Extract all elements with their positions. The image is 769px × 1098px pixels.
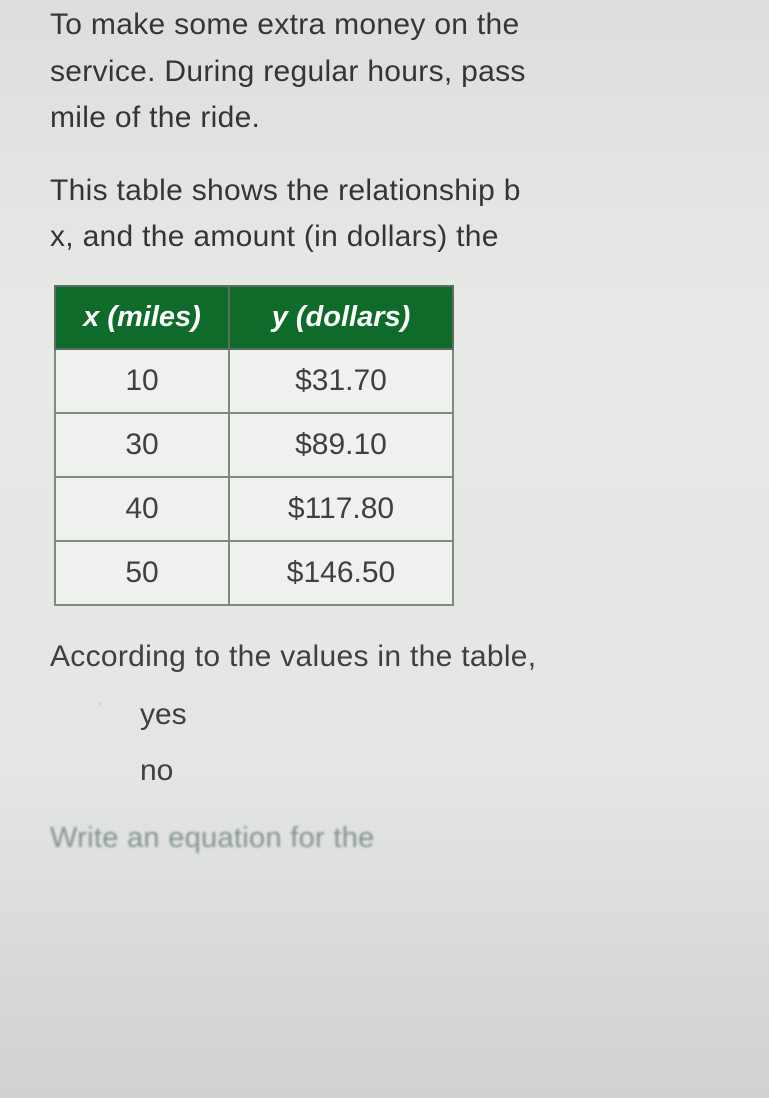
option-no-label: no bbox=[140, 754, 173, 788]
lead-line-2: x, and the amount (in dollars) the bbox=[50, 214, 739, 261]
table-row: 10 $31.70 bbox=[55, 349, 453, 413]
option-yes[interactable]: yes bbox=[100, 698, 739, 732]
cell-x: 30 bbox=[55, 413, 229, 477]
cell-x: 10 bbox=[55, 349, 229, 413]
cell-x: 50 bbox=[55, 541, 229, 605]
table-row: 50 $146.50 bbox=[55, 541, 453, 605]
intro-line-3: mile of the ride. bbox=[50, 95, 739, 142]
table-header-row: x (miles) y (dollars) bbox=[55, 286, 453, 349]
options-group: yes no bbox=[100, 698, 739, 788]
according-text: According to the values in the table, bbox=[50, 640, 739, 674]
page: To make some extra money on the service.… bbox=[0, 0, 769, 855]
intro-paragraph: To make some extra money on the service.… bbox=[50, 0, 739, 142]
header-x: x (miles) bbox=[55, 286, 229, 349]
intro-line-2: service. During regular hours, pass bbox=[50, 49, 739, 96]
option-no[interactable]: no bbox=[100, 754, 739, 788]
cell-x: 40 bbox=[55, 477, 229, 541]
cell-y: $31.70 bbox=[229, 349, 453, 413]
table-row: 40 $117.80 bbox=[55, 477, 453, 541]
table-row: 30 $89.10 bbox=[55, 413, 453, 477]
lead-line-1: This table shows the relationship b bbox=[50, 168, 739, 215]
intro-line-1: To make some extra money on the bbox=[50, 2, 739, 49]
lead-paragraph: This table shows the relationship b x, a… bbox=[50, 168, 739, 261]
cell-y: $146.50 bbox=[229, 541, 453, 605]
cell-y: $117.80 bbox=[229, 477, 453, 541]
radio-unselected-icon bbox=[100, 760, 122, 782]
option-yes-label: yes bbox=[140, 698, 187, 732]
write-equation-text: Write an equation for the bbox=[50, 822, 739, 855]
cell-y: $89.10 bbox=[229, 413, 453, 477]
radio-selected-icon bbox=[100, 704, 122, 726]
header-y: y (dollars) bbox=[229, 286, 453, 349]
data-table: x (miles) y (dollars) 10 $31.70 30 $89.1… bbox=[54, 285, 454, 606]
